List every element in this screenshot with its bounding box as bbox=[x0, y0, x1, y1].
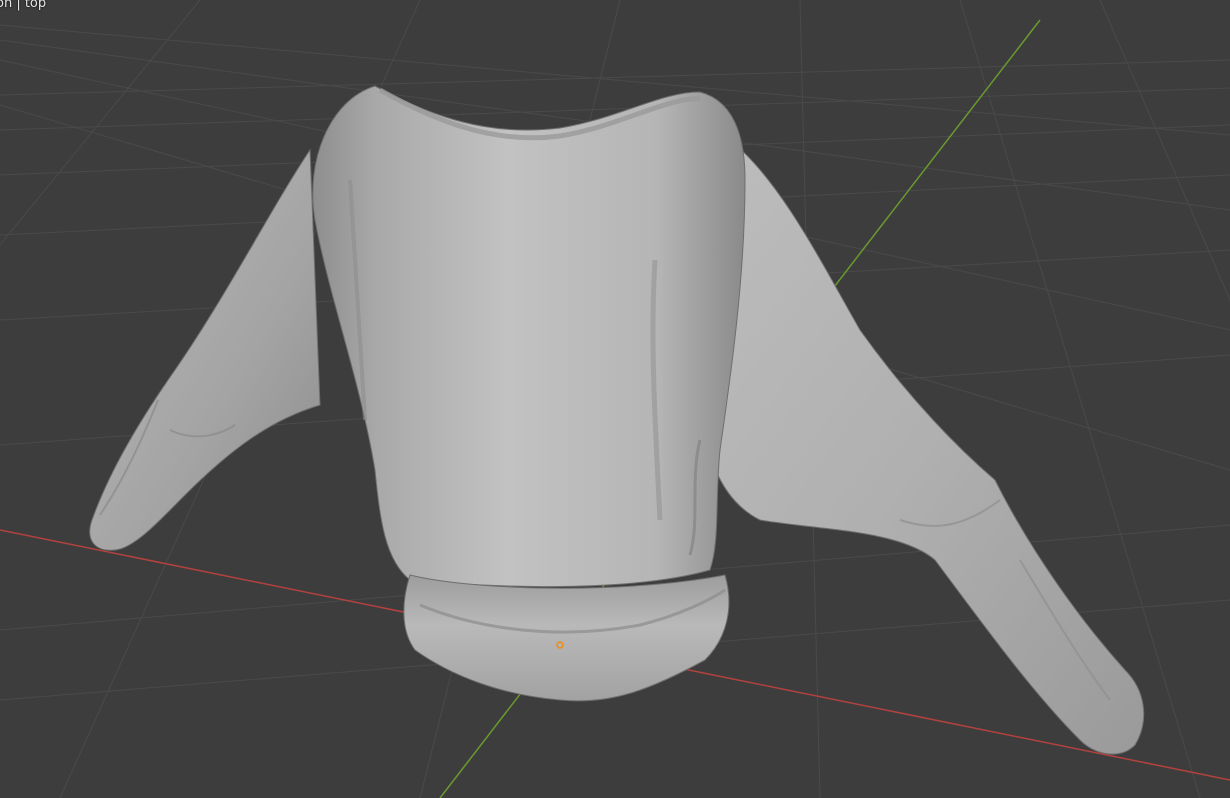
sweater-mesh[interactable] bbox=[89, 85, 1145, 755]
viewport-view-label: on | top bbox=[0, 0, 47, 11]
viewport-scene[interactable] bbox=[0, 0, 1230, 798]
3d-viewport[interactable]: on | top bbox=[0, 0, 1230, 798]
